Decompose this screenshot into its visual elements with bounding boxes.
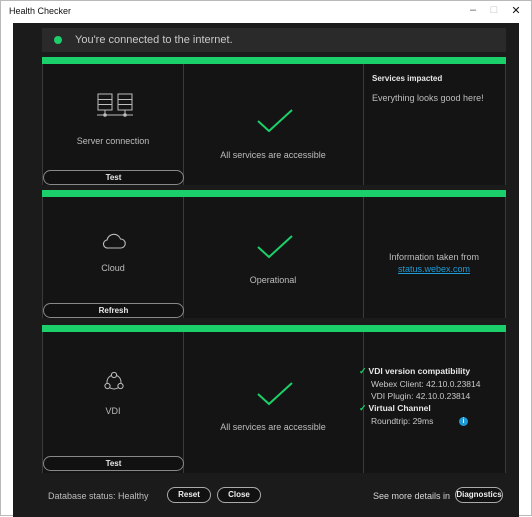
vdi-cell: VDI Test: [42, 332, 184, 473]
maximize-button[interactable]: □: [486, 4, 502, 16]
main-content: You're connected to the internet. Server…: [13, 23, 519, 517]
status-bar: [42, 190, 506, 197]
connection-text: You're connected to the internet.: [75, 34, 233, 46]
vdi-status-text: All services are accessible: [220, 422, 326, 432]
services-impacted-text: Everything looks good here!: [372, 93, 484, 103]
close-window-button[interactable]: ✕: [508, 4, 524, 17]
check-icon: [257, 109, 293, 133]
info-icon[interactable]: i: [459, 417, 468, 426]
check-small-icon: ✓: [359, 366, 367, 376]
see-more-text: See more details in: [373, 491, 451, 501]
vdi-panel: VDI Test All services are accessible ✓ VD…: [42, 325, 506, 473]
server-status-cell: All services are accessible: [183, 64, 364, 185]
vdi-compat-row: ✓ VDI version compatibility: [359, 366, 470, 377]
check-small-icon: ✓: [359, 403, 367, 413]
services-impacted-title: Services impacted: [372, 74, 443, 83]
server-label: Server connection: [76, 136, 150, 146]
diagnostics-button[interactable]: Diagnostics: [455, 487, 503, 503]
connection-banner: You're connected to the internet.: [42, 28, 506, 52]
vdi-status-cell: All services are accessible: [183, 332, 364, 473]
vdi-compat-title: VDI version compatibility: [368, 366, 471, 376]
vdi-details-cell: ✓ VDI version compatibility Webex Client:…: [359, 332, 506, 473]
roundtrip-text: Roundtrip: 29ms: [371, 416, 434, 426]
close-button[interactable]: Close: [217, 487, 261, 503]
webex-client-version: Webex Client: 42.10.0.23814: [371, 379, 481, 389]
cloud-info-cell: Information taken from status.webex.com: [363, 197, 506, 318]
cloud-icon: [102, 233, 126, 249]
status-bar: [42, 325, 506, 332]
server-cell: Server connection Test: [42, 64, 184, 185]
database-status: Database status: Healthy: [48, 491, 149, 501]
cloud-label: Cloud: [101, 263, 125, 273]
cloud-panel: Cloud Refresh Operational Information ta…: [42, 190, 506, 318]
cloud-status-text: Operational: [249, 275, 297, 285]
server-panel: Server connection Test All services are …: [42, 57, 506, 185]
status-bar: [42, 57, 506, 64]
virtual-channel-title: Virtual Channel: [368, 403, 431, 413]
health-checker-window: Health Checker – □ ✕ You're connected to…: [0, 0, 532, 517]
services-impacted-cell: Services impacted Everything looks good …: [363, 64, 506, 185]
info-source-text: Information taken from: [388, 252, 480, 262]
footer: Database status: Healthy Reset Close See…: [13, 483, 519, 513]
minimize-button[interactable]: –: [465, 4, 481, 16]
check-icon: [257, 235, 293, 259]
vdi-plugin-version: VDI Plugin: 42.10.0.23814: [371, 391, 471, 401]
title-bar: Health Checker – □ ✕: [1, 1, 531, 23]
server-icon: [97, 93, 133, 117]
server-status-text: All services are accessible: [220, 150, 326, 160]
status-dot-icon: [54, 36, 62, 44]
server-test-button[interactable]: Test: [43, 170, 184, 185]
vdi-icon: [104, 371, 124, 390]
cloud-refresh-button[interactable]: Refresh: [43, 303, 184, 318]
vdi-label: VDI: [105, 406, 121, 416]
cloud-cell: Cloud Refresh: [42, 197, 184, 318]
vdi-test-button[interactable]: Test: [43, 456, 184, 471]
info-link-row: status.webex.com: [363, 263, 505, 275]
status-webex-link[interactable]: status.webex.com: [398, 264, 470, 274]
window-title: Health Checker: [9, 6, 72, 16]
check-icon: [257, 382, 293, 406]
reset-button[interactable]: Reset: [167, 487, 211, 503]
cloud-status-cell: Operational: [183, 197, 364, 318]
virtual-channel-row: ✓ Virtual Channel: [359, 403, 431, 414]
